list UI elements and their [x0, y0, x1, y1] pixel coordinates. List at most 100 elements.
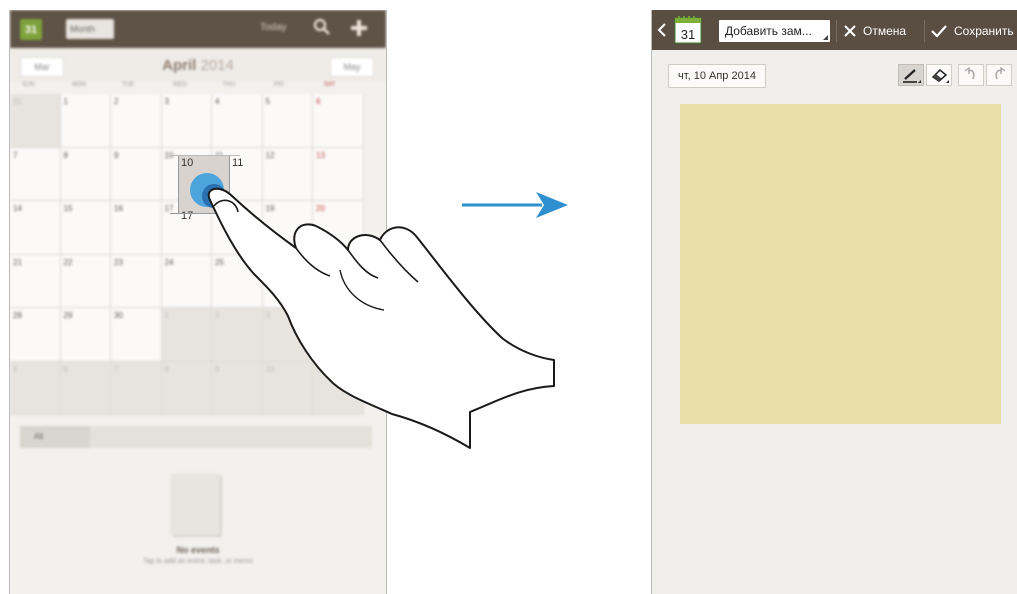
calendar-day-cell[interactable]: 3 — [262, 308, 313, 362]
calendar-day-cell[interactable]: 28 — [10, 308, 61, 362]
calendar-app-icon[interactable]: 31 — [20, 19, 42, 40]
day-number: 4 — [215, 97, 220, 106]
view-selector[interactable]: Month — [66, 19, 114, 39]
calendar-day-cell[interactable]: 19 — [262, 201, 313, 255]
selected-day-number: 10 — [181, 157, 194, 169]
calendar-day-cell[interactable]: 4 — [313, 308, 364, 362]
calendar-day-cell[interactable]: 1 — [60, 94, 111, 148]
weekday-label: SAT — [324, 82, 336, 88]
day-number: 17 — [181, 210, 194, 222]
weekday-label: THU — [223, 82, 236, 88]
back-icon[interactable] — [656, 21, 668, 39]
day-number: 15 — [63, 204, 73, 213]
calendar-day-cell[interactable]: 5 — [262, 94, 313, 148]
day-number: 12 — [265, 150, 275, 160]
eraser-icon — [931, 68, 949, 83]
calendar-day-cell[interactable]: 4 — [212, 94, 263, 148]
today-button[interactable]: Today — [260, 22, 287, 33]
cancel-label: Отмена — [863, 24, 907, 38]
calendar-day-cell[interactable]: 29 — [60, 308, 111, 362]
cell-border — [170, 213, 240, 214]
check-icon — [931, 25, 947, 38]
calendar-day-cell[interactable]: 1 — [161, 308, 212, 362]
undo-button[interactable] — [958, 64, 984, 86]
day-number: 11 — [232, 157, 244, 169]
calendar-day-cell[interactable]: 20 — [313, 201, 364, 255]
calendar-day-cell[interactable]: 26 — [262, 254, 313, 308]
day-number: 8 — [63, 150, 68, 160]
day-number: 2 — [114, 97, 119, 106]
day-number: 16 — [114, 204, 123, 213]
next-month-button[interactable]: May — [330, 57, 374, 77]
day-number: 9 — [114, 150, 119, 160]
day-number: 27 — [316, 257, 325, 267]
day-number: 25 — [215, 257, 224, 267]
calendar-day-cell[interactable]: 7 — [111, 361, 162, 415]
calendar-day-cell[interactable]: 30 — [111, 308, 162, 362]
calendar-day-cell[interactable]: 27 — [313, 254, 364, 308]
cell-border — [229, 155, 230, 213]
no-events-icon — [170, 473, 220, 535]
day-number: 29 — [63, 311, 73, 320]
filter-button[interactable]: All — [20, 426, 90, 448]
calendar-day-cell[interactable]: 2 — [212, 308, 263, 362]
day-number: 7 — [13, 150, 18, 160]
calendar-day-cell[interactable]: 24 — [161, 254, 212, 308]
cancel-button[interactable]: Отмена — [843, 19, 906, 43]
calendar-day-cell[interactable]: 22 — [60, 254, 111, 308]
calendar-day-cell[interactable]: 8 — [60, 147, 111, 201]
day-number: 3 — [265, 311, 270, 320]
pen-tool-button[interactable] — [898, 64, 924, 86]
eraser-tool-button[interactable] — [926, 64, 952, 86]
search-icon[interactable] — [313, 18, 331, 36]
save-button[interactable]: Сохранить — [930, 19, 1014, 43]
weekday-label: WED — [173, 82, 187, 88]
calendar-day-cell[interactable]: 23 — [111, 254, 162, 308]
app-icon-day: 31 — [681, 27, 695, 42]
day-number: 3 — [164, 97, 169, 106]
day-number: 28 — [13, 311, 22, 320]
calendar-app-icon[interactable]: 31 — [674, 15, 702, 44]
calendar-day-cell[interactable]: 25 — [212, 254, 263, 308]
redo-button[interactable] — [986, 64, 1012, 86]
add-icon[interactable] — [350, 19, 368, 37]
calendar-day-cell[interactable]: 8 — [161, 361, 212, 415]
day-number: 22 — [63, 257, 73, 267]
calendar-day-cell[interactable]: 6 — [313, 94, 364, 148]
memo-action-bar: 31 Добавить зам... Отмена Сохранить — [652, 10, 1017, 50]
day-number: 11 — [316, 364, 325, 374]
calendar-day-cell[interactable]: 9 — [111, 147, 162, 201]
day-number: 2 — [215, 311, 220, 320]
day-number: 6 — [63, 364, 68, 374]
calendar-day-cell[interactable]: 15 — [60, 201, 111, 255]
memo-canvas[interactable] — [680, 104, 1001, 424]
weekday-label: MON — [72, 82, 86, 88]
cell-border — [178, 155, 179, 213]
memo-title-field[interactable]: Добавить зам... — [719, 20, 830, 42]
calendar-day-cell[interactable]: 3 — [161, 94, 212, 148]
calendar-day-cell[interactable]: 6 — [60, 361, 111, 415]
calendar-day-cell[interactable]: 10 — [262, 361, 313, 415]
calendar-day-cell[interactable]: 2 — [111, 94, 162, 148]
no-events-text[interactable]: Tap to add an event, task, or memo — [10, 558, 386, 565]
calendar-day-cell[interactable]: 13 — [313, 147, 364, 201]
calendar-day-cell[interactable]: 5 — [10, 361, 61, 415]
calendar-day-cell[interactable]: 21 — [10, 254, 61, 308]
day-number: 13 — [316, 150, 325, 160]
day-number: 5 — [13, 364, 18, 374]
calendar-day-cell[interactable]: 12 — [262, 147, 313, 201]
calendar-day-cell[interactable]: 31 — [10, 94, 61, 148]
redo-icon — [995, 66, 1006, 80]
date-button[interactable]: чт, 10 Апр 2014 — [668, 64, 766, 88]
day-number: 31 — [13, 97, 22, 106]
memo-title-text: Добавить зам... — [725, 24, 812, 38]
calendar-day-cell[interactable]: 7 — [10, 147, 61, 201]
calendar-day-cell[interactable]: 14 — [10, 201, 61, 255]
day-number: 10 — [265, 364, 275, 374]
month-name: April — [162, 57, 197, 74]
calendar-day-cell[interactable]: 11 — [313, 361, 364, 415]
calendar-day-cell[interactable]: 16 — [111, 201, 162, 255]
day-number: 23 — [114, 257, 123, 267]
calendar-day-cell[interactable]: 9 — [212, 361, 263, 415]
undo-icon — [964, 66, 975, 80]
